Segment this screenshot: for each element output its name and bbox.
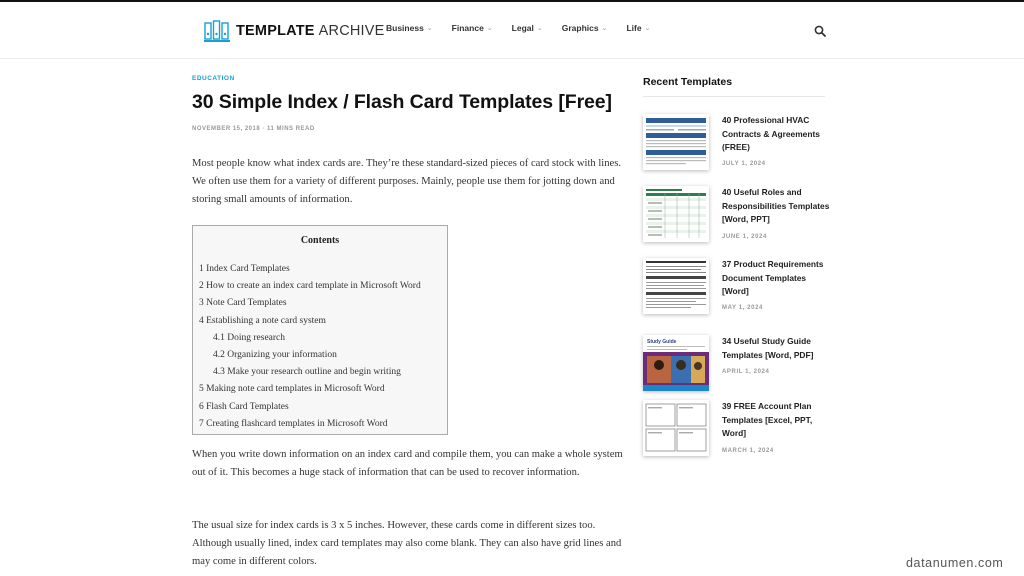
toc-subitem[interactable]: 4.1 Doing research xyxy=(199,330,421,347)
nav-label: Life xyxy=(626,23,642,33)
table-of-contents: Contents 1 Index Card Templates 2 How to… xyxy=(192,225,448,435)
toc-item[interactable]: 5 Making note card templates in Microsof… xyxy=(199,381,421,398)
toc-item[interactable]: 7 Creating flashcard templates in Micros… xyxy=(199,416,421,433)
toc-item[interactable]: 4 Establishing a note card system xyxy=(199,313,421,330)
post-thumbnail[interactable]: Study Guide xyxy=(643,335,709,391)
nav-item-legal[interactable]: Legal ⌄ xyxy=(512,23,543,33)
post-title[interactable]: 34 Useful Study Guide Templates [Word, P… xyxy=(722,335,830,362)
nav-item-business[interactable]: Business ⌄ xyxy=(386,23,433,33)
article-title: 30 Simple Index / Flash Card Templates [… xyxy=(192,91,612,113)
article-category[interactable]: EDUCATION xyxy=(192,75,235,82)
post-date: MARCH 1, 2024 xyxy=(722,448,774,454)
nav-label: Business xyxy=(386,23,424,33)
toc-item[interactable]: 1 Index Card Templates xyxy=(199,261,421,278)
main-nav: Business ⌄ Finance ⌄ Legal ⌄ Graphics ⌄ Life… xyxy=(386,23,669,33)
toc-subitem[interactable]: 4.3 Make your research outline and begin… xyxy=(199,364,421,381)
post-date: JUNE 1, 2024 xyxy=(722,234,767,240)
post-title[interactable]: 40 Useful Roles and Responsibilities Tem… xyxy=(722,186,830,227)
article-paragraph: Most people know what index cards are. T… xyxy=(192,158,622,205)
post-title[interactable]: 37 Product Requirements Document Templat… xyxy=(722,258,830,299)
logo-text-light: ARCHIVE xyxy=(318,23,385,39)
post-thumbnail[interactable] xyxy=(643,114,709,170)
search-icon[interactable] xyxy=(814,25,826,37)
nav-label: Finance xyxy=(451,23,484,33)
article-paragraph: When you write down information on an in… xyxy=(192,449,623,478)
chevron-down-icon: ⌄ xyxy=(426,25,433,32)
logo-text-bold: TEMPLATE xyxy=(236,23,315,39)
post-date: APRIL 1, 2024 xyxy=(722,369,770,375)
nav-label: Graphics xyxy=(561,23,599,33)
toc-subitem[interactable]: 4.2 Organizing your information xyxy=(199,347,421,364)
nav-item-life[interactable]: Life ⌄ xyxy=(626,23,650,33)
post-date: JULY 1, 2024 xyxy=(722,161,766,167)
recent-post[interactable]: 37 Product Requirements Document Templat… xyxy=(643,258,833,320)
binders-icon xyxy=(204,20,230,42)
spreadsheet-thumbnail-icon xyxy=(643,186,709,242)
toc-item[interactable]: 2 How to create an index card template i… xyxy=(199,278,421,295)
recent-post[interactable]: 39 FREE Account Plan Templates [Excel, P… xyxy=(643,400,833,462)
chevron-down-icon: ⌄ xyxy=(486,25,493,32)
recent-post[interactable]: 40 Professional HVAC Contracts & Agreeme… xyxy=(643,114,833,176)
recent-post[interactable]: Study Guide 34 Useful Study Guide Templa… xyxy=(643,335,833,397)
sidebar-divider xyxy=(643,96,825,97)
study-guide-thumb-text: Study Guide xyxy=(647,339,677,345)
site-header: TEMPLATE ARCHIVE Business ⌄ Finance ⌄ Legal… xyxy=(0,2,1024,59)
chevron-down-icon: ⌄ xyxy=(601,25,608,32)
sidebar-heading: Recent Templates xyxy=(643,76,733,88)
post-title[interactable]: 40 Professional HVAC Contracts & Agreeme… xyxy=(722,114,830,155)
chevron-down-icon: ⌄ xyxy=(644,25,651,32)
post-date: MAY 1, 2024 xyxy=(722,305,763,311)
nav-label: Legal xyxy=(511,23,534,33)
recent-post[interactable]: 40 Useful Roles and Responsibilities Tem… xyxy=(643,186,833,248)
article-meta: NOVEMBER 15, 2018 · 11 MINS READ xyxy=(192,126,315,132)
document-thumbnail-icon xyxy=(643,114,709,170)
document-thumbnail-icon xyxy=(643,258,709,314)
chevron-down-icon: ⌄ xyxy=(536,25,543,32)
toc-list: 1 Index Card Templates 2 How to create a… xyxy=(199,261,421,433)
toc-title: Contents xyxy=(300,235,340,246)
post-thumbnail[interactable] xyxy=(643,186,709,242)
nav-item-finance[interactable]: Finance ⌄ xyxy=(452,23,493,33)
post-thumbnail[interactable] xyxy=(643,258,709,314)
account-plan-thumbnail-icon xyxy=(643,400,709,456)
study-guide-thumbnail-icon: Study Guide xyxy=(643,335,709,391)
watermark: datanumen.com xyxy=(906,556,1004,570)
post-title[interactable]: 39 FREE Account Plan Templates [Excel, P… xyxy=(722,400,830,441)
post-thumbnail[interactable] xyxy=(643,400,709,456)
article-paragraph: The usual size for index cards is 3 x 5 … xyxy=(192,520,622,567)
site-logo[interactable]: TEMPLATE ARCHIVE xyxy=(204,19,385,43)
toc-item[interactable]: 6 Flash Card Templates xyxy=(199,399,421,416)
toc-item[interactable]: 3 Note Card Templates xyxy=(199,295,421,312)
nav-item-graphics[interactable]: Graphics ⌄ xyxy=(562,23,608,33)
logo-text: TEMPLATE ARCHIVE xyxy=(236,23,385,39)
